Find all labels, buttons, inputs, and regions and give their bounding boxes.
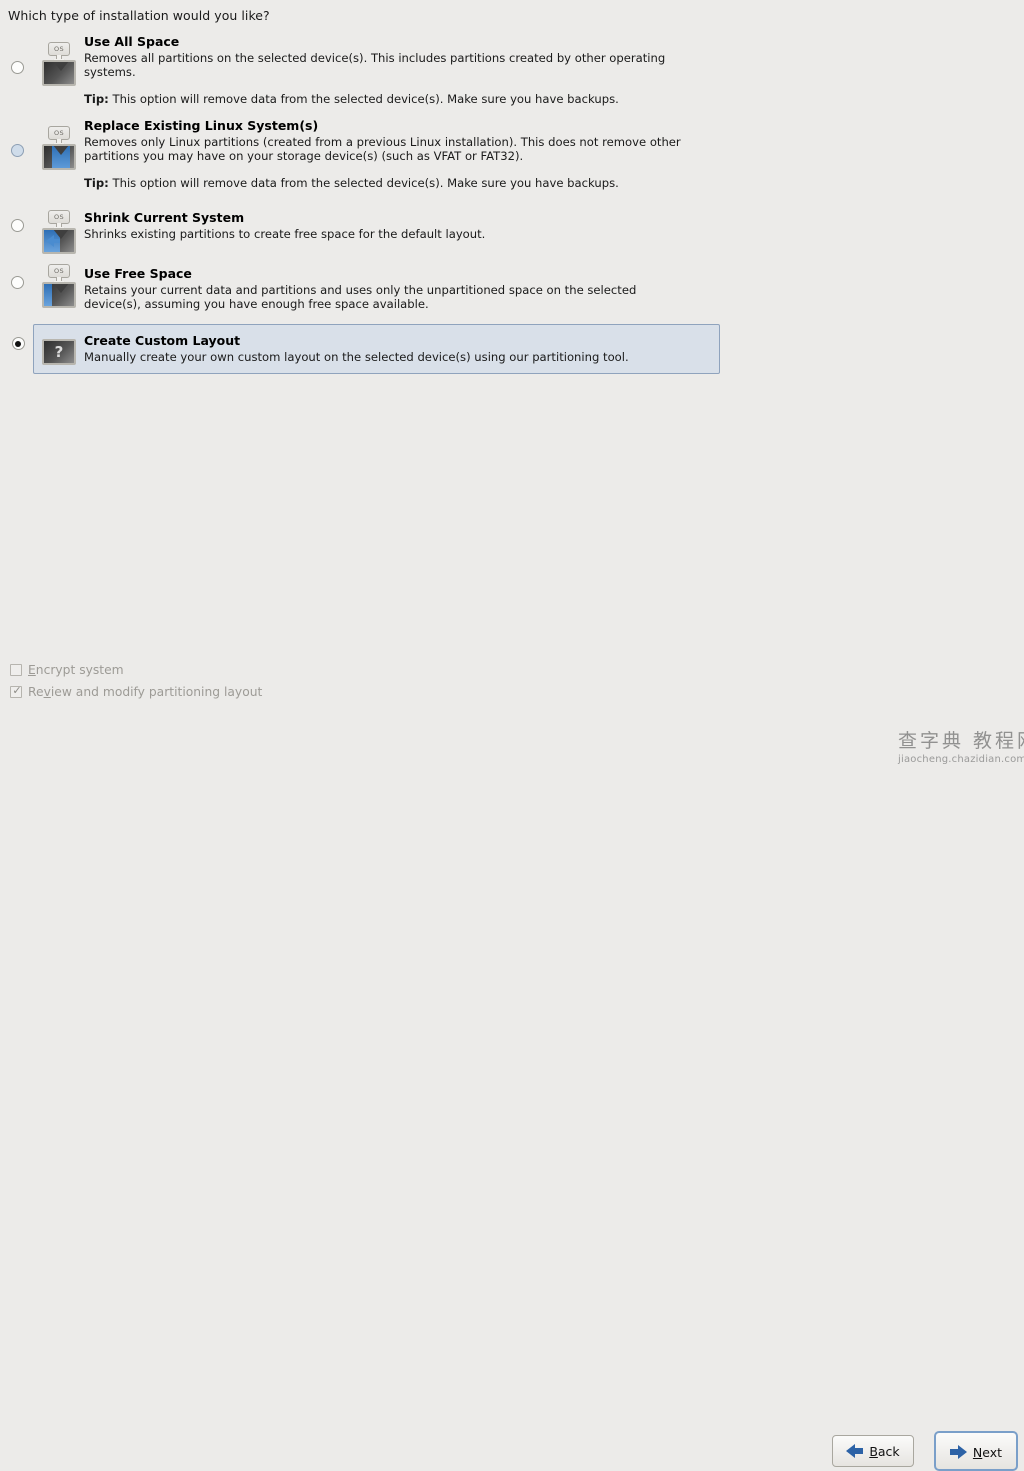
radio-cell-replace-existing-linux[interactable] [0,116,34,157]
disk-shape: ? [42,339,76,365]
os-disk-free-space-icon: OS [42,264,76,310]
question-mark-label: ? [44,341,74,363]
option-tip-label: Tip: [84,92,109,106]
option-tip-text: This option will remove data from the se… [113,176,619,190]
os-disk-replace-linux-icon: OS [42,126,76,172]
option-title: Replace Existing Linux System(s) [84,118,1014,134]
checkbox-review-modify-partitioning[interactable] [10,686,22,698]
option-shrink-current-system[interactable]: OS Shrink Current System Shrinks existin… [0,210,1024,264]
option-tip-label: Tip: [84,176,109,190]
option-description: Manually create your own custom layout o… [84,350,684,364]
radio-cell-use-free-space[interactable] [0,264,34,289]
option-replace-existing-linux[interactable]: OS Replace Existing Linux System(s) Remo… [0,116,1024,210]
option-create-custom-layout[interactable]: ? Create Custom Layout Manually create y… [33,324,720,374]
radio-use-free-space[interactable] [11,276,24,289]
option-title: Shrink Current System [84,210,1014,226]
icon-cell-replace-existing-linux: OS [34,116,84,172]
text-cell-replace-existing-linux: Replace Existing Linux System(s) Removes… [84,116,1024,191]
checkbox-label-encrypt-system: Encrypt system [28,663,124,677]
icon-cell-create-custom-layout: ? [34,331,84,363]
checkbox-encrypt-system[interactable] [10,664,22,676]
checkbox-row-encrypt-system[interactable]: Encrypt system [10,659,262,681]
os-disk-overwrite-icon: OS [42,42,76,88]
disk-shape [42,282,76,308]
radio-cell-shrink-current-system[interactable] [0,210,34,232]
radio-cell-create-custom-layout[interactable] [1,337,35,350]
option-title: Use Free Space [84,266,1014,282]
next-button[interactable]: Next [934,1431,1018,1471]
text-cell-shrink-current-system: Shrink Current System Shrinks existing p… [84,210,1024,241]
back-button[interactable]: Back [832,1435,914,1467]
icon-cell-use-free-space: OS [34,264,84,310]
option-tip: Tip: This option will remove data from t… [84,92,1014,106]
disk-question-mark-icon: ? [42,339,76,363]
text-cell-use-all-space: Use All Space Removes all partitions on … [84,28,1024,107]
option-tip-text: This option will remove data from the se… [113,92,619,106]
option-use-free-space[interactable]: OS Use Free Space Retains your current d… [0,264,1024,319]
text-cell-create-custom-layout: Create Custom Layout Manually create you… [84,331,719,364]
option-description: Retains your current data and partitions… [84,283,684,311]
text-cell-use-free-space: Use Free Space Retains your current data… [84,264,1024,311]
back-button-label: Back [869,1444,899,1459]
installation-type-option-list: OS Use All Space Removes all partitions … [0,28,1024,374]
disk-shape [42,228,76,254]
radio-use-all-space[interactable] [11,61,24,74]
radio-cell-use-all-space[interactable] [0,28,34,74]
arrow-right-icon [950,1445,967,1459]
page-title: Which type of installation would you lik… [8,8,270,23]
next-button-label: Next [973,1445,1002,1460]
option-description: Shrinks existing partitions to create fr… [84,227,684,241]
os-disk-shrink-icon: OS [42,210,76,256]
options-checkbox-group: Encrypt system Review and modify partiti… [10,659,262,703]
os-badge-label: OS [48,126,70,140]
os-badge-label: OS [48,42,70,56]
arrow-left-icon [846,1444,863,1458]
icon-cell-use-all-space: OS [34,28,84,88]
option-tip: Tip: This option will remove data from t… [84,176,1014,190]
checkbox-row-review-modify-partitioning[interactable]: Review and modify partitioning layout [10,681,262,703]
disk-shape [42,60,76,86]
option-title: Use All Space [84,34,1014,50]
icon-cell-shrink-current-system: OS [34,210,84,256]
option-description: Removes only Linux partitions (created f… [84,135,684,163]
option-description: Removes all partitions on the selected d… [84,51,684,79]
os-badge-label: OS [48,210,70,224]
disk-shape [42,144,76,170]
checkbox-label-review-modify-partitioning: Review and modify partitioning layout [28,685,262,699]
radio-shrink-current-system[interactable] [11,219,24,232]
option-use-all-space[interactable]: OS Use All Space Removes all partitions … [0,28,1024,116]
radio-replace-existing-linux[interactable] [11,144,24,157]
footer-button-bar: Back Next [0,712,1024,768]
radio-create-custom-layout[interactable] [12,337,25,350]
option-title: Create Custom Layout [84,333,709,349]
os-badge-label: OS [48,264,70,278]
